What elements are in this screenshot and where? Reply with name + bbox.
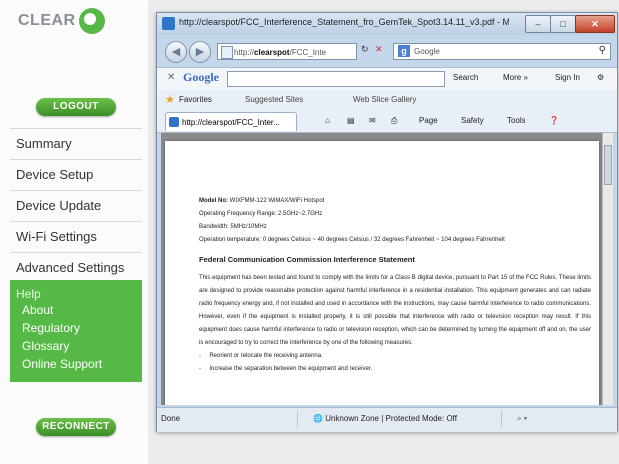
doc-bullet-1: - Reorient or relocate the receiving ant…	[199, 353, 323, 359]
feeds-icon[interactable]: ▤	[347, 116, 355, 125]
status-text: Done	[161, 414, 181, 423]
scrollbar-thumb[interactable]	[604, 145, 612, 185]
address-prefix: http://	[234, 48, 255, 57]
ie-icon	[162, 17, 175, 30]
doc-bullet-2: - Increase the separation between the eq…	[199, 366, 373, 372]
browser-window: http://clearspot/FCC_Interference_Statem…	[156, 12, 618, 432]
favorites-star-icon[interactable]: ★	[165, 93, 175, 106]
mail-icon[interactable]: ✉	[369, 116, 376, 125]
help-icon[interactable]: ❓	[549, 116, 559, 125]
forward-icon[interactable]: ▶	[189, 41, 211, 63]
favorites-button[interactable]: Favorites	[179, 95, 212, 104]
zone-text: Unknown Zone | Protected Mode: Off	[325, 414, 457, 423]
zoom-icon[interactable]: ⌕ ▾	[517, 414, 527, 424]
reconnect-button[interactable]: RECONNECT	[36, 418, 116, 436]
fav-suggested-sites[interactable]: Suggested Sites	[245, 95, 303, 104]
help-title: Help	[16, 287, 41, 301]
page-menu[interactable]: Page	[419, 116, 438, 125]
sidebar-item-summary[interactable]: Summary	[10, 128, 142, 160]
toolbar-close-icon[interactable]: ✕	[167, 72, 175, 83]
help-link-online-support[interactable]: Online Support	[10, 355, 142, 373]
google-logo: Google	[183, 70, 219, 84]
tools-menu[interactable]: Tools	[507, 116, 526, 125]
logout-button[interactable]: LOGOUT	[36, 98, 116, 116]
pdf-page: Model No: WIXFMM-122 WiMAX/WiFi Hotspot …	[165, 141, 599, 405]
model-line: Model No: WIXFMM-122 WiMAX/WiFi Hotspot	[199, 195, 591, 208]
stop-icon[interactable]: ✕	[375, 44, 383, 55]
browser-title: http://clearspot/FCC_Interference_Statem…	[179, 17, 509, 27]
help-link-glossary[interactable]: Glossary	[10, 337, 142, 355]
help-link-regulatory[interactable]: Regulatory	[10, 319, 142, 337]
security-zone[interactable]: 🌐 Unknown Zone | Protected Mode: Off	[313, 414, 457, 423]
fav-web-slice-gallery[interactable]: Web Slice Gallery	[353, 95, 416, 104]
search-field[interactable]: g Google ⚲	[393, 43, 611, 60]
help-link-about[interactable]: About	[10, 301, 142, 319]
pdf-document: Model No: WIXFMM-122 WiMAX/WiFi Hotspot …	[199, 195, 591, 376]
logo-text: CLEAR	[18, 12, 76, 29]
maximize-button[interactable]: □	[550, 15, 576, 33]
page-icon	[221, 46, 233, 59]
sidebar-item-device-setup[interactable]: Device Setup	[10, 160, 142, 191]
close-window-button[interactable]: ✕	[575, 15, 615, 33]
address-bar[interactable]: http://clearspot/FCC_Inte	[217, 43, 357, 60]
google-search-button[interactable]: Search	[453, 73, 478, 82]
tab-ie-icon	[169, 117, 179, 127]
google-icon: g	[398, 45, 410, 57]
sign-in-button[interactable]: Sign In	[555, 73, 580, 82]
safety-menu[interactable]: Safety	[461, 116, 484, 125]
frequency-line: Operating Frequency Range: 2.5GHz~2.7GHz	[199, 211, 323, 217]
favorites-bar: ★ Favorites Suggested Sites Web Slice Ga…	[157, 90, 617, 110]
address-suffix: /FCC_Inte	[289, 48, 327, 57]
address-row: ◀ ▶ http://clearspot/FCC_Inte ↻ ✕ g Goog…	[157, 37, 617, 67]
clear-logo: CLEAR	[18, 8, 105, 34]
tab-bar: http://clearspot/FCC_Inter... ⌂ ▤ ✉ ⎙ Pa…	[157, 110, 617, 133]
bullet-text: Increase the separation between the equi…	[209, 366, 373, 372]
clear-logo-icon	[78, 8, 105, 34]
status-bar: Done 🌐 Unknown Zone | Protected Mode: Of…	[157, 407, 617, 432]
status-divider	[297, 411, 298, 427]
help-section: Help About Regulatory Glossary Online Su…	[10, 280, 142, 382]
home-icon[interactable]: ⌂	[325, 116, 330, 125]
google-search-input[interactable]	[227, 71, 445, 87]
browser-titlebar: http://clearspot/FCC_Interference_Statem…	[157, 13, 617, 35]
minimize-button[interactable]: –	[525, 15, 551, 33]
model-label: Model No:	[199, 198, 228, 204]
tab-current[interactable]: http://clearspot/FCC_Inter...	[165, 112, 297, 131]
search-icon[interactable]: ⚲	[599, 45, 606, 56]
sidebar-nav: Summary Device Setup Device Update Wi-Fi…	[10, 128, 142, 284]
print-icon[interactable]: ⎙	[391, 116, 397, 126]
status-divider	[501, 411, 502, 427]
sidebar-item-wifi-settings[interactable]: Wi-Fi Settings	[10, 222, 142, 253]
doc-paragraph: This equipment has been tested and found…	[199, 275, 591, 346]
google-toolbar: ✕ Google Search More » Sign In ⚙	[157, 67, 617, 91]
doc-heading: Federal Communication Commission Interfe…	[199, 255, 415, 264]
refresh-icon[interactable]: ↻	[361, 44, 369, 55]
more-button[interactable]: More »	[503, 73, 528, 82]
back-icon[interactable]: ◀	[165, 41, 187, 63]
temperature-line: Operation temperature: 0 degrees Celsius…	[199, 237, 505, 243]
address-host: clearspot	[254, 48, 290, 57]
vertical-scrollbar[interactable]	[602, 133, 613, 405]
pdf-viewport[interactable]: Model No: WIXFMM-122 WiMAX/WiFi Hotspot …	[161, 133, 613, 405]
search-provider: Google	[414, 47, 440, 56]
bandwidth-line: Bandwidth: 5MHz/10MHz	[199, 224, 267, 230]
sidebar-item-device-update[interactable]: Device Update	[10, 191, 142, 222]
wrench-icon[interactable]: ⚙	[597, 73, 604, 82]
bullet-text: Reorient or relocate the receiving anten…	[209, 353, 323, 359]
model-value: WIXFMM-122 WiMAX/WiFi Hotspot	[229, 198, 325, 204]
